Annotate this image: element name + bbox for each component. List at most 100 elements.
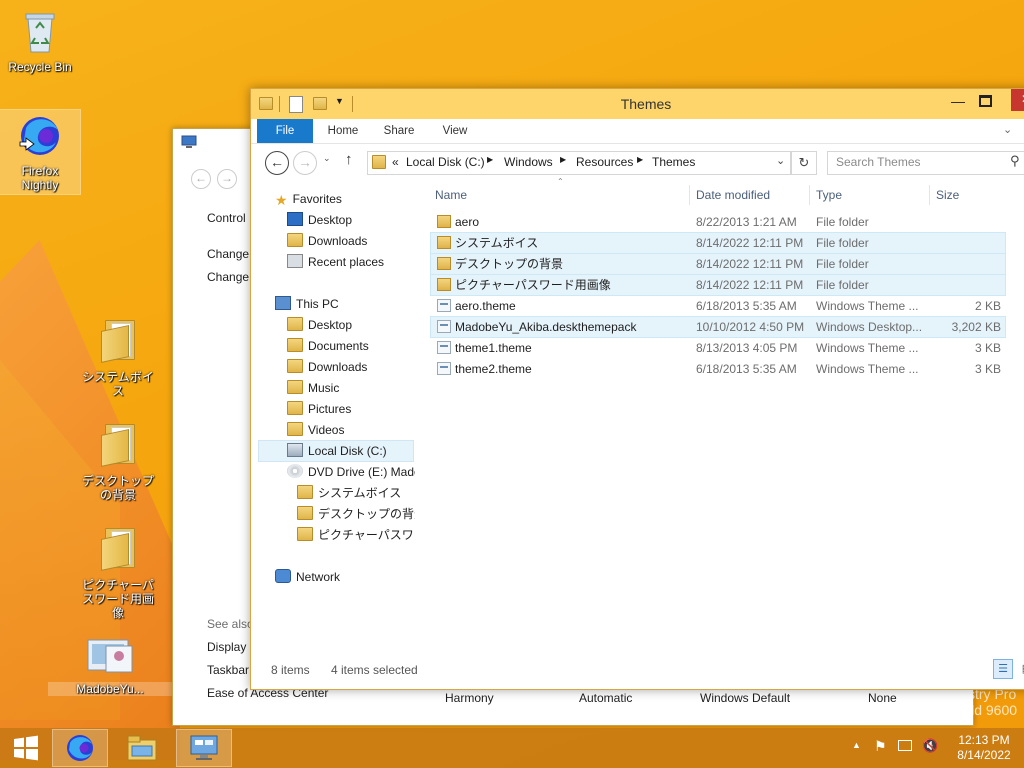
theme-option-automatic[interactable]: Automatic (579, 691, 632, 705)
file-size: 3,202 KB (951, 320, 1001, 334)
nav-pc-music[interactable]: Music (287, 378, 339, 398)
new-folder-icon[interactable] (313, 97, 327, 110)
folder-icon (437, 236, 451, 249)
nav-pc-desktop[interactable]: Desktop (287, 315, 352, 335)
nav-pc-pictures[interactable]: Pictures (287, 399, 351, 419)
title-bar[interactable]: ▼ Themes — ✕ (251, 89, 1024, 119)
network-tray-icon[interactable] (898, 740, 912, 751)
taskbar: ▲ ⚑ 🔇 12:13 PM 8/14/2022 (0, 728, 1024, 768)
nav-fav-downloads[interactable]: Downloads (287, 231, 367, 251)
folder-icon (297, 527, 313, 541)
taskbar-link[interactable]: Taskbar (207, 663, 249, 677)
tab-share[interactable]: Share (377, 119, 421, 143)
properties-icon[interactable] (289, 96, 303, 113)
close-button[interactable]: ✕ (1011, 89, 1024, 111)
file-row[interactable]: MadobeYu_Akiba.deskthemepack 10/10/2012 4… (430, 316, 1006, 338)
overflow-chevron[interactable]: « (392, 155, 399, 169)
show-hidden-icons[interactable]: ▲ (852, 740, 861, 750)
theme-option-harmony[interactable]: Harmony (445, 691, 494, 705)
file-row[interactable]: theme2.theme 6/18/2013 5:35 AM Windows The… (431, 359, 1005, 379)
nav-dvd-desktop-background[interactable]: デスクトップの背景 (297, 504, 415, 524)
nav-this-pc[interactable]: This PC (275, 294, 339, 314)
breadcrumb-local-disk[interactable]: Local Disk (C:) (406, 155, 485, 169)
back-button[interactable]: ← (191, 169, 211, 189)
display-link[interactable]: Display (207, 640, 246, 654)
volume-muted-icon[interactable]: 🔇 (922, 738, 938, 754)
maximize-button[interactable] (979, 95, 992, 107)
nav-dvd-picture-password[interactable]: ピクチャーパスワード (297, 525, 415, 545)
nav-dvd-drive[interactable]: DVD Drive (E:) Mado (287, 462, 415, 482)
address-row: ← → ⌄ ↑ « Local Disk (C:) ▶ Windows ▶ Re… (251, 143, 1024, 181)
file-name: MadobeYu_Akiba.deskthemepack (455, 320, 637, 334)
folder-icon (287, 338, 303, 352)
breadcrumb-windows[interactable]: Windows (504, 155, 553, 169)
nav-network[interactable]: Network (275, 567, 340, 587)
nav-pc-videos[interactable]: Videos (287, 420, 344, 440)
window-title: Themes (620, 96, 672, 112)
file-date: 6/18/2013 5:35 AM (696, 362, 797, 376)
nav-local-disk[interactable]: Local Disk (C:) (258, 440, 414, 462)
file-row[interactable]: システムボイス 8/14/2022 12:11 PM File folder (430, 232, 1006, 254)
file-row[interactable]: theme1.theme 8/13/2013 4:05 PM Windows The… (431, 338, 1005, 358)
minimize-button[interactable]: — (951, 93, 965, 109)
forward-button[interactable]: → (217, 169, 237, 189)
nav-pc-documents[interactable]: Documents (287, 336, 369, 356)
desktop-icon-picture-password[interactable]: ピクチャーパスワード用画像 (78, 526, 158, 620)
nav-fav-recent[interactable]: Recent places (287, 252, 384, 272)
desktop-icon-firefox-nightly[interactable]: Firefox Nightly (0, 109, 81, 195)
search-icon[interactable]: ⚲ (1010, 153, 1020, 169)
quick-access-dropdown-icon[interactable]: ▼ (335, 96, 344, 106)
file-date: 6/18/2013 5:35 AM (696, 299, 797, 313)
taskbar-control-panel[interactable] (176, 729, 232, 767)
address-dropdown-icon[interactable]: ⌄ (776, 154, 785, 167)
refresh-icon[interactable]: ↻ (791, 151, 817, 175)
build-watermark: stry Pro ild 9600 (968, 686, 1018, 718)
desktop-icon-recycle-bin[interactable]: Recycle Bin (0, 8, 80, 74)
explorer-window[interactable]: ▼ Themes — ✕ File Home Share View ⌄ ← → … (250, 88, 1024, 690)
breadcrumb-resources[interactable]: Resources (576, 155, 633, 169)
nav-pc-downloads[interactable]: Downloads (287, 357, 367, 377)
up-arrow-icon[interactable]: ↑ (345, 151, 353, 168)
start-button[interactable] (0, 729, 52, 767)
nav-favorites[interactable]: ★ Favorites (275, 189, 342, 209)
column-name[interactable]: Name (435, 185, 689, 205)
theme-option-none[interactable]: None (868, 691, 897, 705)
theme-option-windows-default[interactable]: Windows Default (700, 691, 790, 705)
desktop-icon-system-voice[interactable]: システムボイス (78, 318, 158, 398)
desktop-icon-madobeyu[interactable]: MadobeYu... (48, 636, 172, 696)
file-name: デスクトップの背景 (455, 257, 564, 271)
large-icons-view-icon[interactable]: ▦ (1017, 659, 1024, 679)
firefox-nightly-icon (67, 735, 93, 761)
nav-fav-desktop[interactable]: Desktop (287, 210, 352, 230)
address-bar[interactable]: « Local Disk (C:) ▶ Windows ▶ Resources … (367, 151, 791, 175)
nav-dvd-system-voice[interactable]: システムボイス (297, 483, 415, 503)
details-view-icon[interactable]: ☰ (993, 659, 1013, 679)
column-size[interactable]: Size (936, 185, 959, 205)
forward-arrow-icon[interactable]: → (293, 151, 317, 175)
tab-view[interactable]: View (433, 119, 477, 143)
file-row[interactable]: aero 8/22/2013 1:21 AM File folder (431, 212, 1005, 232)
folder-icon (101, 318, 135, 363)
back-arrow-icon[interactable]: ← (265, 151, 289, 175)
clock[interactable]: 12:13 PM 8/14/2022 (948, 733, 1020, 763)
tab-file[interactable]: File (257, 119, 313, 143)
file-date: 8/13/2013 4:05 PM (696, 341, 798, 355)
breadcrumb-themes[interactable]: Themes (652, 155, 695, 169)
change-link-1[interactable]: Change (207, 247, 249, 261)
desktop-icon-desktop-background[interactable]: デスクトップの背景 (78, 422, 158, 502)
expand-ribbon-icon[interactable]: ⌄ (1003, 123, 1012, 136)
taskbar-firefox-nightly[interactable] (52, 729, 108, 767)
file-name: theme2.theme (455, 362, 532, 376)
control-panel-link[interactable]: Control (207, 211, 246, 225)
file-row[interactable]: デスクトップの背景 8/14/2022 12:11 PM File folder (430, 253, 1006, 275)
search-input[interactable]: Search Themes ⚲ (827, 151, 1024, 175)
file-row[interactable]: ピクチャーパスワード用画像 8/14/2022 12:11 PM File fold… (430, 274, 1006, 296)
tab-home[interactable]: Home (321, 119, 365, 143)
change-link-2[interactable]: Change (207, 270, 249, 284)
taskbar-file-explorer[interactable] (114, 729, 170, 767)
file-row[interactable]: aero.theme 6/18/2013 5:35 AM Windows Theme… (431, 296, 1005, 316)
column-type[interactable]: Type (816, 185, 842, 205)
column-date-modified[interactable]: Date modified (696, 185, 770, 205)
action-center-flag-icon[interactable]: ⚑ (874, 738, 887, 755)
recent-dropdown-icon[interactable]: ⌄ (323, 153, 331, 164)
